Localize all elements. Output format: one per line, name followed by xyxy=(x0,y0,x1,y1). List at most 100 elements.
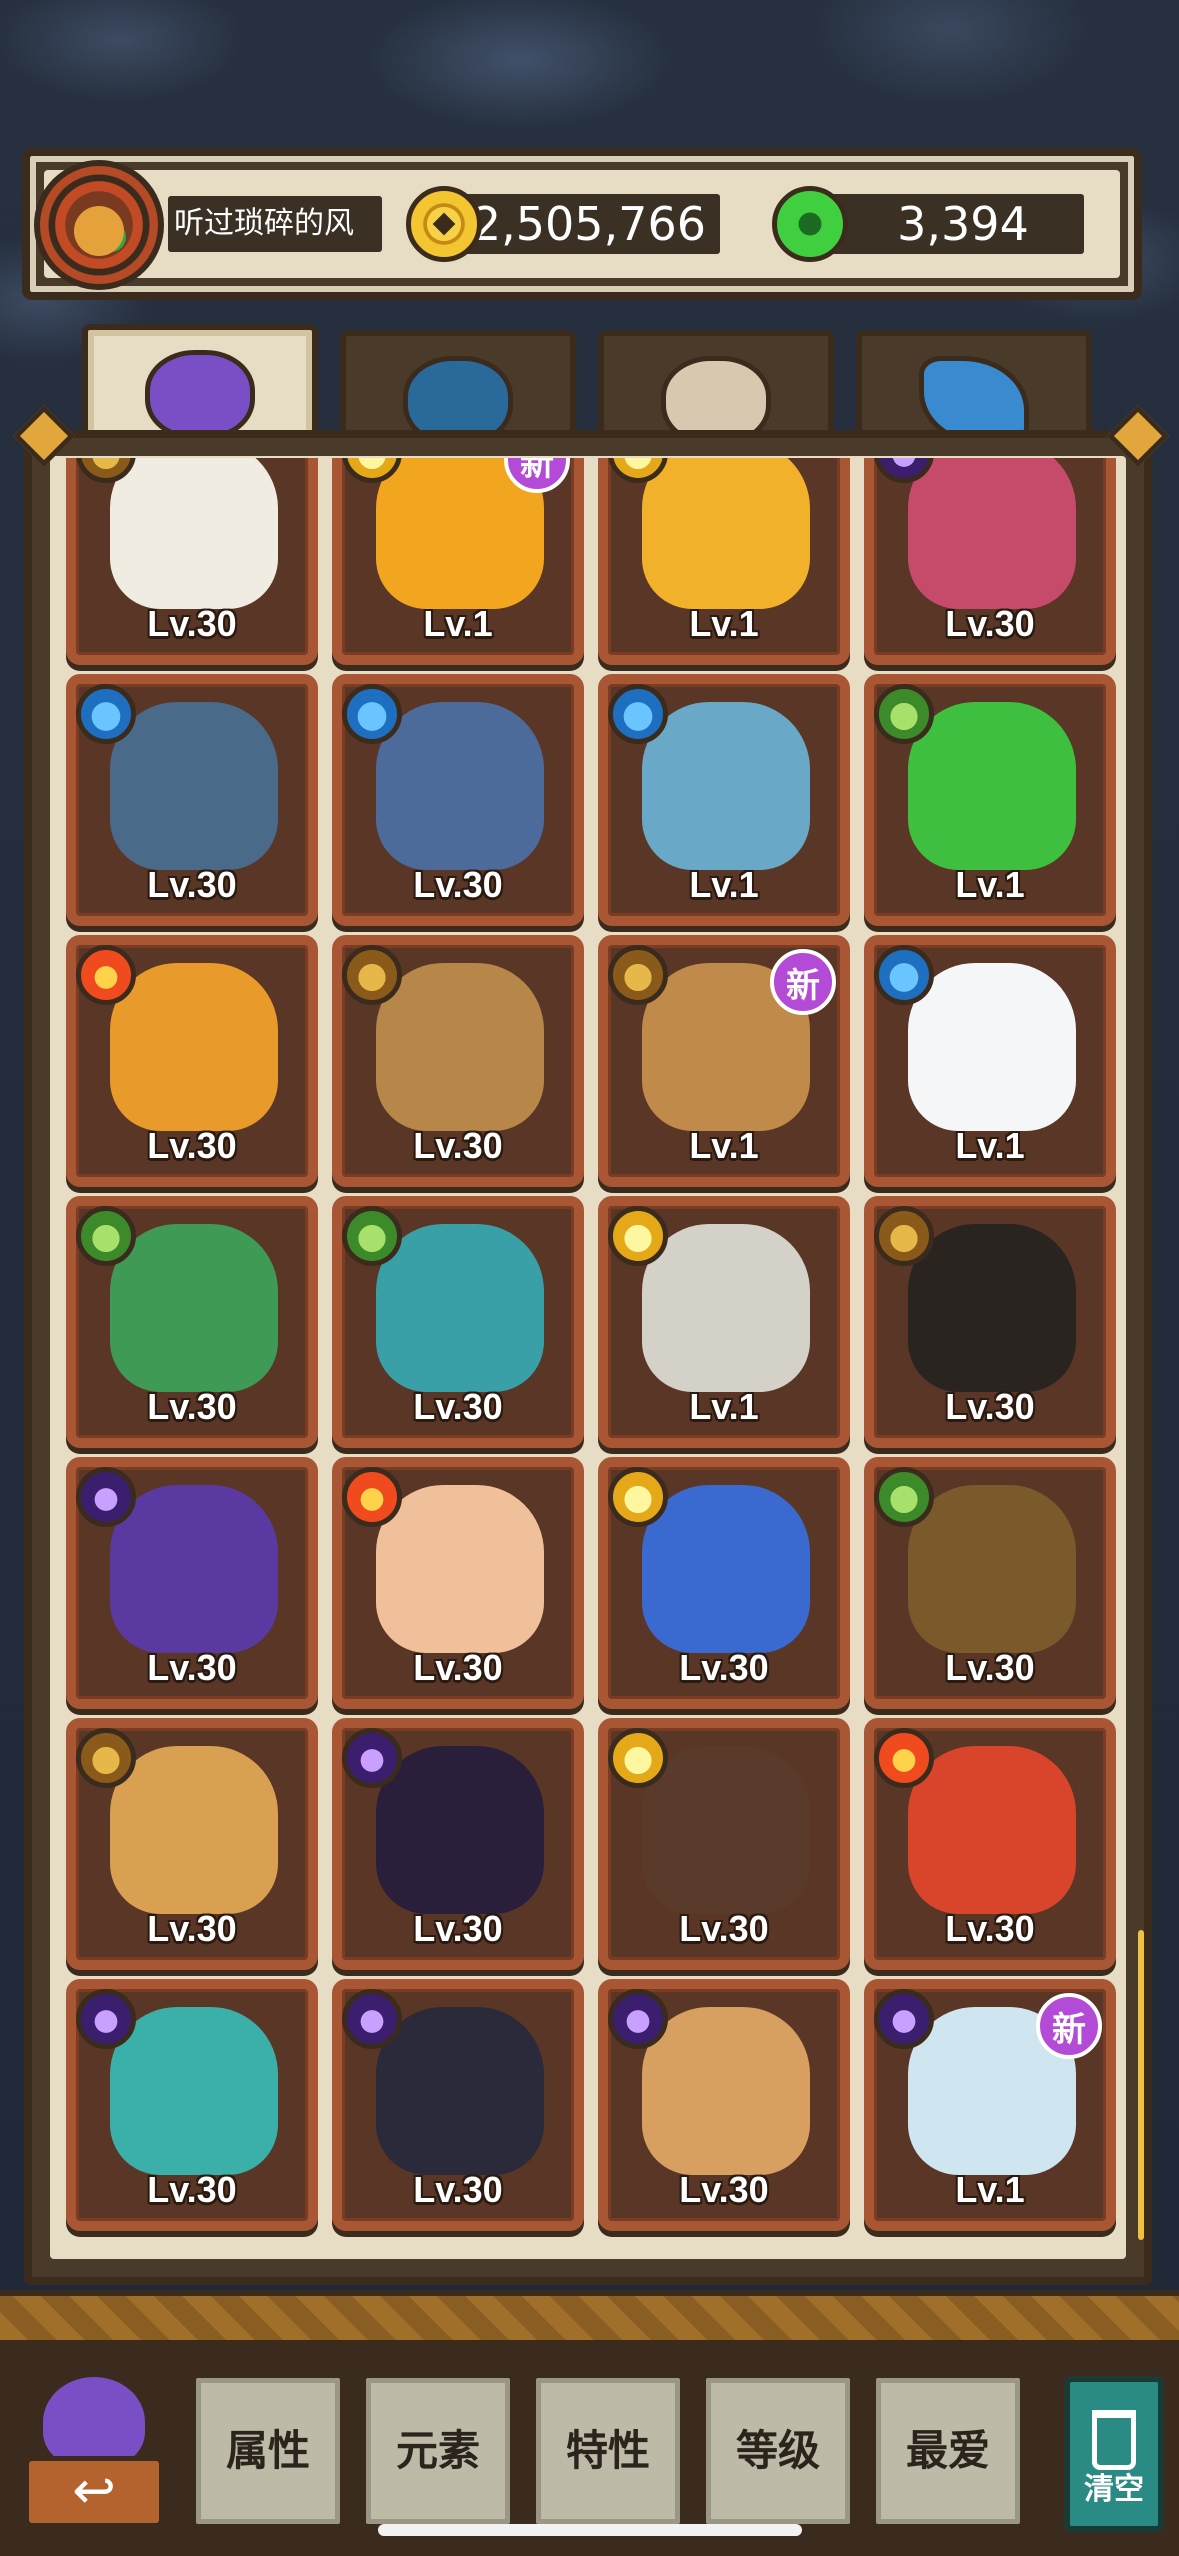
green-horn-icon xyxy=(908,702,1076,870)
jiangshi-icon xyxy=(110,1485,278,1653)
back-arrow-icon: ↩ xyxy=(24,2456,164,2528)
water-element-icon xyxy=(342,684,402,744)
light-element-icon xyxy=(608,1467,668,1527)
teapot-elephant-icon xyxy=(376,702,544,870)
ox-horn-girl-icon xyxy=(642,1746,810,1914)
monster-card[interactable]: 新 Lv.1 xyxy=(332,458,584,665)
back-button[interactable]: ↩ xyxy=(24,2372,164,2532)
monster-card[interactable]: Lv.30 xyxy=(332,1718,584,1970)
level-label: Lv.30 xyxy=(679,1647,769,1688)
monster-card[interactable]: Lv.30 xyxy=(332,1196,584,1448)
spiked-bomb-icon xyxy=(376,2007,544,2175)
monster-card[interactable]: Lv.30 xyxy=(598,1718,850,1970)
old-sage-icon xyxy=(110,1746,278,1914)
red-house-icon xyxy=(908,1746,1076,1914)
gold-coin-icon xyxy=(406,186,482,262)
filter-element-button[interactable]: 元素 xyxy=(360,2372,516,2530)
monster-card[interactable]: Lv.30 xyxy=(66,1979,318,2231)
level-label: Lv.30 xyxy=(413,1125,503,1166)
level-label: Lv.30 xyxy=(945,1386,1035,1427)
player-avatar[interactable] xyxy=(34,160,164,290)
dark-element-icon xyxy=(76,1467,136,1527)
straw-hat-fisher-icon xyxy=(110,702,278,870)
blue-opera-icon xyxy=(376,1224,544,1392)
level-label: Lv.1 xyxy=(689,603,759,644)
monster-card[interactable]: Lv.30 xyxy=(864,1457,1116,1709)
veiled-lady-icon xyxy=(376,1746,544,1914)
monster-card[interactable]: Lv.30 xyxy=(66,458,318,665)
black-constable-icon xyxy=(908,1224,1076,1392)
monster-card[interactable]: 新 Lv.1 xyxy=(864,1979,1116,2231)
level-label: Lv.30 xyxy=(147,1647,237,1688)
filter-favorite-button[interactable]: 最爱 xyxy=(870,2372,1026,2530)
earth-element-icon xyxy=(874,1206,934,1266)
level-label: Lv.30 xyxy=(413,1386,503,1427)
level-label: Lv.1 xyxy=(689,864,759,905)
card-grid[interactable]: Lv.30 新 Lv.1 Lv.1 Lv.30 Lv.30 Lv.30 Lv.1 Lv.1 Lv.… xyxy=(44,458,1129,2258)
level-label: Lv.30 xyxy=(147,603,237,644)
bun-duo-icon xyxy=(110,458,278,609)
level-label: Lv.1 xyxy=(689,1386,759,1427)
lantern-lion-icon xyxy=(110,963,278,1131)
monster-card[interactable]: Lv.1 xyxy=(864,674,1116,926)
monster-card[interactable]: Lv.1 xyxy=(598,458,850,665)
monster-card[interactable]: Lv.30 xyxy=(864,458,1116,665)
level-label: Lv.30 xyxy=(413,1647,503,1688)
light-element-icon xyxy=(608,1728,668,1788)
dark-element-icon xyxy=(874,1989,934,2049)
level-label: Lv.30 xyxy=(147,1386,237,1427)
wood-element-icon xyxy=(874,1467,934,1527)
monster-card[interactable]: Lv.30 xyxy=(864,1718,1116,1970)
frog-fan-icon xyxy=(642,2007,810,2175)
fire-element-icon xyxy=(874,1728,934,1788)
monster-card[interactable]: Lv.1 xyxy=(864,935,1116,1187)
earth-element-icon xyxy=(342,945,402,1005)
monster-card[interactable]: Lv.30 xyxy=(332,1457,584,1709)
monster-card[interactable]: Lv.30 xyxy=(864,1196,1116,1448)
monster-card[interactable]: Lv.30 xyxy=(598,1979,850,2231)
scrollbar[interactable] xyxy=(1138,1930,1144,2240)
dark-element-icon xyxy=(76,1989,136,2049)
monster-card[interactable]: Lv.30 xyxy=(66,674,318,926)
monster-card[interactable]: Lv.1 xyxy=(598,674,850,926)
monster-card[interactable]: 新 Lv.1 xyxy=(598,935,850,1187)
monster-card[interactable]: Lv.30 xyxy=(66,1718,318,1970)
level-label: Lv.1 xyxy=(689,1125,759,1166)
teal-ghost-icon xyxy=(110,2007,278,2175)
level-label: Lv.1 xyxy=(423,603,493,644)
filter-trait-button[interactable]: 特性 xyxy=(530,2372,686,2530)
home-indicator[interactable] xyxy=(378,2524,802,2536)
monster-card[interactable]: Lv.30 xyxy=(598,1457,850,1709)
monster-card[interactable]: Lv.30 xyxy=(66,1196,318,1448)
level-label: Lv.30 xyxy=(147,2169,237,2210)
monster-card[interactable]: Lv.30 xyxy=(332,674,584,926)
wood-element-icon xyxy=(76,1206,136,1266)
stone-monkey-icon xyxy=(376,963,544,1131)
bald-monk-icon xyxy=(376,1485,544,1653)
level-label: Lv.30 xyxy=(945,1647,1035,1688)
monster-card[interactable]: Lv.30 xyxy=(332,935,584,1187)
filter-attribute-button[interactable]: 属性 xyxy=(190,2372,346,2530)
dark-element-icon xyxy=(342,1728,402,1788)
stone-tablet-icon xyxy=(642,1224,810,1392)
earth-element-icon xyxy=(76,1728,136,1788)
level-label: Lv.1 xyxy=(955,2169,1025,2210)
golden-cat-icon xyxy=(642,458,810,609)
level-label: Lv.30 xyxy=(147,1908,237,1949)
level-label: Lv.30 xyxy=(413,1908,503,1949)
monster-card[interactable]: Lv.1 xyxy=(598,1196,850,1448)
purple-monster-icon xyxy=(145,350,255,440)
new-badge: 新 xyxy=(1036,1993,1102,2059)
monster-card[interactable]: Lv.30 xyxy=(332,1979,584,2231)
spider-hat-icon xyxy=(908,1485,1076,1653)
monster-card[interactable]: Lv.30 xyxy=(66,1457,318,1709)
filter-level-button[interactable]: 等级 xyxy=(700,2372,856,2530)
clear-label: 清空 xyxy=(1084,2472,1144,2507)
water-element-icon xyxy=(608,684,668,744)
green-gem-icon[interactable] xyxy=(772,186,848,262)
monster-card[interactable]: Lv.30 xyxy=(66,935,318,1187)
pearl-clam-icon xyxy=(642,702,810,870)
clear-filter-button[interactable]: 清空 xyxy=(1064,2376,1164,2532)
fire-element-icon xyxy=(342,1467,402,1527)
coin-counter: 2,505,766 xyxy=(440,194,720,254)
